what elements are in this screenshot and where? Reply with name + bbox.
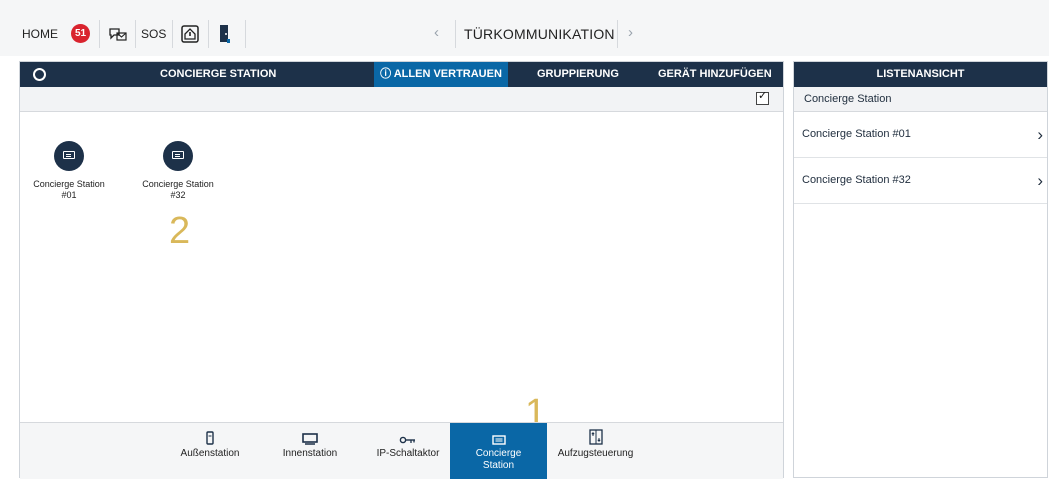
add-device-button[interactable]: GERÄT HINZUFÜGEN [658,62,772,87]
main-header-title: CONCIERGE STATION [160,68,277,80]
chevron-right-icon: › [1037,125,1043,144]
trust-all-button[interactable]: ⓘ ALLEN VERTRAUEN [374,62,508,87]
divider [172,20,173,48]
divider [208,20,209,48]
main-header: CONCIERGE STATION ⓘ ALLEN VERTRAUEN GRUP… [20,62,783,87]
list-item-label: Concierge Station #32 [802,174,911,186]
list-view-title: LISTENANSICHT [794,62,1047,87]
outdoor-station-icon [170,423,250,445]
divider [455,20,456,48]
house-alarm-icon[interactable] [179,24,201,44]
notification-badge[interactable]: 51 [71,24,90,43]
page-title: TÜRKOMMUNIKATION [464,26,615,42]
list-view-panel: LISTENANSICHT Concierge Station Concierg… [793,61,1048,478]
main-panel: CONCIERGE STATION ⓘ ALLEN VERTRAUEN GRUP… [19,61,784,479]
concierge-station-icon [450,423,547,445]
tab-aussenstation[interactable]: Außenstation [170,423,250,479]
list-view-subheader: Concierge Station [794,87,1047,112]
messages-icon[interactable] [107,24,129,44]
concierge-station-icon [163,141,193,171]
nav-prev-button[interactable]: ‹ [434,24,439,41]
selection-bar [20,87,783,112]
indoor-station-icon [270,423,350,445]
list-item-label: Concierge Station #01 [802,128,911,140]
tab-aufzugsteuerung[interactable]: Aufzugsteuerung [547,423,644,479]
elevator-icon [547,423,644,445]
select-all-checkbox[interactable] [756,89,769,105]
device-type-tabs: Außenstation Innenstation IP-Schaltaktor… [20,422,783,479]
divider [245,20,246,48]
sos-button[interactable]: SOS [141,27,166,41]
divider [135,20,136,48]
chevron-right-icon: › [1037,171,1043,190]
divider [99,20,100,48]
divider [617,20,618,48]
home-link[interactable]: HOME [22,27,58,41]
top-bar: HOME 51 SOS ‹ TÜRKOMMUNIKATION › [0,0,1049,56]
annotation-2: 2 [169,210,191,252]
nav-next-button[interactable]: › [628,24,633,41]
list-item[interactable]: Concierge Station #01 › [794,112,1047,158]
grouping-button[interactable]: GRUPPIERUNG [537,62,619,87]
tab-innenstation[interactable]: Innenstation [270,423,350,479]
device-label: Concierge Station #01 [33,179,105,200]
device-concierge-station-01[interactable]: Concierge Station #01 [28,141,110,201]
tab-ip-schaltaktor[interactable]: IP-Schaltaktor [363,423,453,479]
list-item[interactable]: Concierge Station #32 › [794,158,1047,204]
concierge-station-icon [54,141,84,171]
key-icon [363,423,453,445]
device-concierge-station-32[interactable]: Concierge Station #32 [137,141,219,201]
door-icon[interactable] [216,24,232,44]
device-label: Concierge Station #32 [142,179,214,200]
circle-toggle-icon[interactable] [33,68,46,81]
tab-concierge-station[interactable]: Concierge Station [450,423,547,479]
